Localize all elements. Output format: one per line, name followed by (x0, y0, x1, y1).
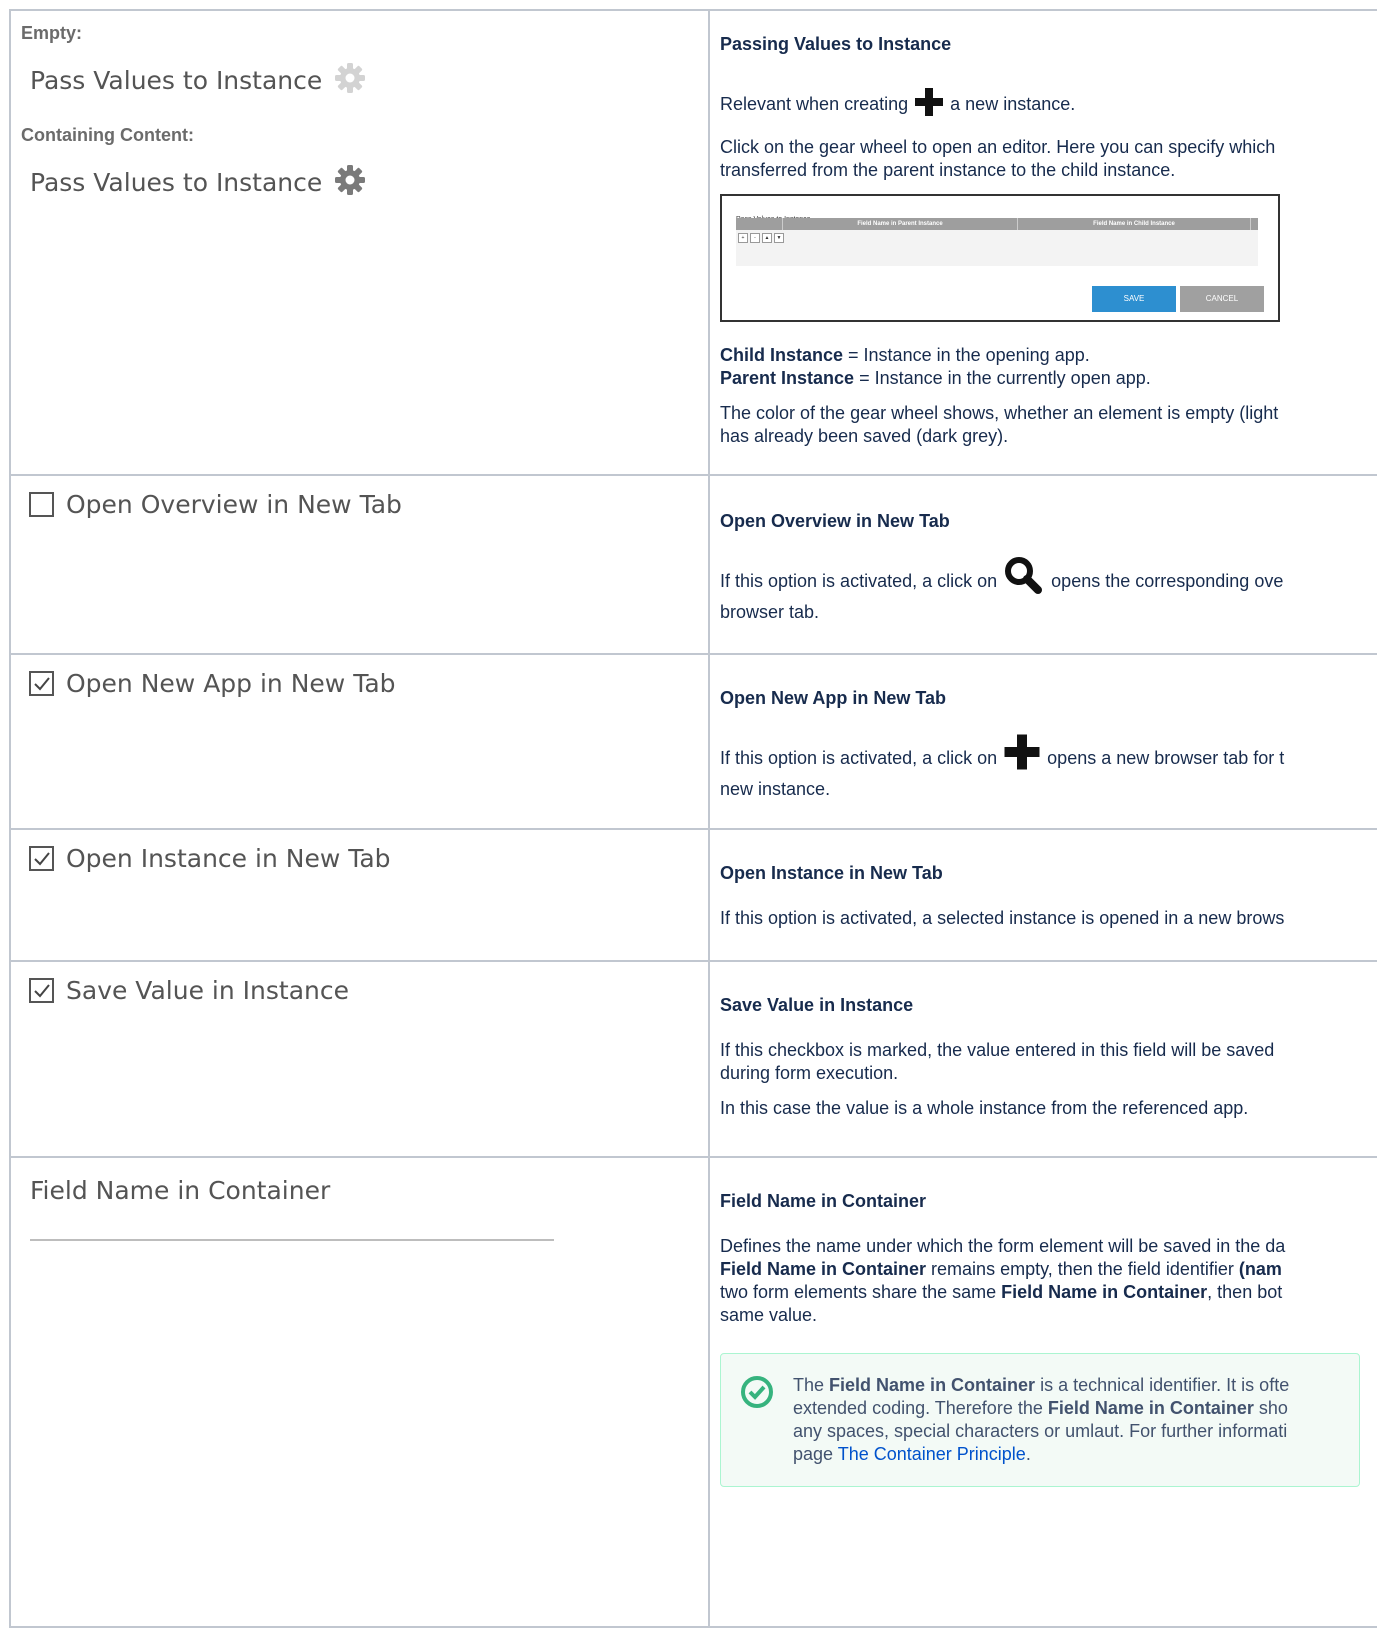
dialog-cancel-button: CANCEL (1180, 286, 1264, 312)
empty-label: Empty: (21, 23, 83, 43)
save-value-label: Save Value in Instance (66, 976, 349, 1005)
remove-row-icon: - (750, 233, 760, 243)
section-heading: Open New App in New Tab (720, 688, 947, 708)
gear-icon-light[interactable] (334, 62, 366, 99)
settings-cell-pass-values: Empty: Pass Values to Instance Containin… (9, 9, 710, 476)
description-cell-field-name: Field Name in Container Defines the name… (708, 1156, 1377, 1628)
paragraph: Relevant when creating a new instance. (720, 86, 1377, 124)
plus-icon (913, 86, 945, 124)
open-new-app-checkbox[interactable] (29, 671, 54, 696)
documentation-table: Empty: Pass Values to Instance Containin… (9, 9, 1377, 1628)
open-instance-label: Open Instance in New Tab (66, 844, 391, 873)
paragraph: If this checkbox is marked, the value en… (720, 1040, 1275, 1083)
dialog-save-button: SAVE (1092, 286, 1176, 312)
gear-icon-dark[interactable] (334, 164, 366, 201)
paragraph: If this option is activated, a selected … (720, 908, 1285, 928)
description-cell-pass-values: Passing Values to Instance Relevant when… (708, 9, 1377, 476)
add-row-icon: + (738, 233, 748, 243)
settings-cell-field-name: Field Name in Container (9, 1156, 710, 1628)
description-cell-save-value: Save Value in Instance If this checkbox … (708, 960, 1377, 1158)
settings-cell-open-new-app: Open New App in New Tab (9, 653, 710, 830)
open-instance-checkbox[interactable] (29, 846, 54, 871)
section-heading: Field Name in Container (720, 1191, 927, 1211)
move-up-icon: ▲ (762, 233, 772, 243)
paragraph: If this option is activated, a click on … (720, 555, 1377, 624)
info-note: The Field Name in Container is a technic… (720, 1353, 1360, 1487)
note-text: The Field Name in Container is a technic… (793, 1375, 1290, 1464)
move-down-icon: ▼ (774, 233, 784, 243)
save-value-checkbox[interactable] (29, 978, 54, 1003)
pass-values-label: Pass Values to Instance (30, 168, 323, 197)
description-cell-open-instance: Open Instance in New Tab If this option … (708, 828, 1377, 962)
pass-values-setting-empty: Pass Values to Instance (30, 62, 708, 99)
description-cell-open-new-app: Open New App in New Tab If this option i… (708, 653, 1377, 830)
containing-content-label: Containing Content: (21, 125, 194, 145)
section-heading: Open Instance in New Tab (720, 863, 943, 883)
section-heading: Save Value in Instance (720, 995, 914, 1015)
settings-cell-open-instance: Open Instance in New Tab (9, 828, 710, 962)
column-child-field: Field Name in Child Instance (1018, 218, 1251, 230)
check-circle-icon (739, 1374, 775, 1466)
section-heading: Passing Values to Instance (720, 34, 952, 54)
open-overview-label: Open Overview in New Tab (66, 490, 402, 519)
paragraph: Click on the gear wheel to open an edito… (720, 137, 1276, 180)
column-parent-field: Field Name in Parent Instance (783, 218, 1018, 230)
paragraph: Defines the name under which the form el… (720, 1236, 1286, 1325)
section-heading: Open Overview in New Tab (720, 511, 950, 531)
settings-cell-open-overview: Open Overview in New Tab (9, 474, 710, 655)
pass-values-dialog-screenshot: Pass Values to Instance Field Name in Pa… (720, 194, 1280, 322)
description-cell-open-overview: Open Overview in New Tab If this option … (708, 474, 1377, 655)
field-name-label: Field Name in Container (30, 1176, 331, 1205)
open-new-app-label: Open New App in New Tab (66, 669, 396, 698)
pass-values-setting-filled: Pass Values to Instance (30, 164, 708, 201)
settings-cell-save-value: Save Value in Instance (9, 960, 710, 1158)
pass-values-label: Pass Values to Instance (30, 66, 323, 95)
open-overview-checkbox[interactable] (29, 492, 54, 517)
paragraph: In this case the value is a whole instan… (720, 1098, 1249, 1118)
paragraph: The color of the gear wheel shows, wheth… (720, 403, 1279, 446)
paragraph: Child Instance = Instance in the opening… (720, 345, 1151, 388)
paragraph: If this option is activated, a click on … (720, 732, 1377, 801)
plus-icon (1002, 732, 1042, 778)
search-icon (1002, 555, 1046, 601)
container-principle-link[interactable]: The Container Principle (838, 1444, 1026, 1464)
dialog-table-header: Field Name in Parent Instance Field Name… (736, 218, 1258, 230)
field-name-input[interactable] (30, 1239, 554, 1241)
dialog-table-body: + - ▲ ▼ (736, 230, 1258, 266)
